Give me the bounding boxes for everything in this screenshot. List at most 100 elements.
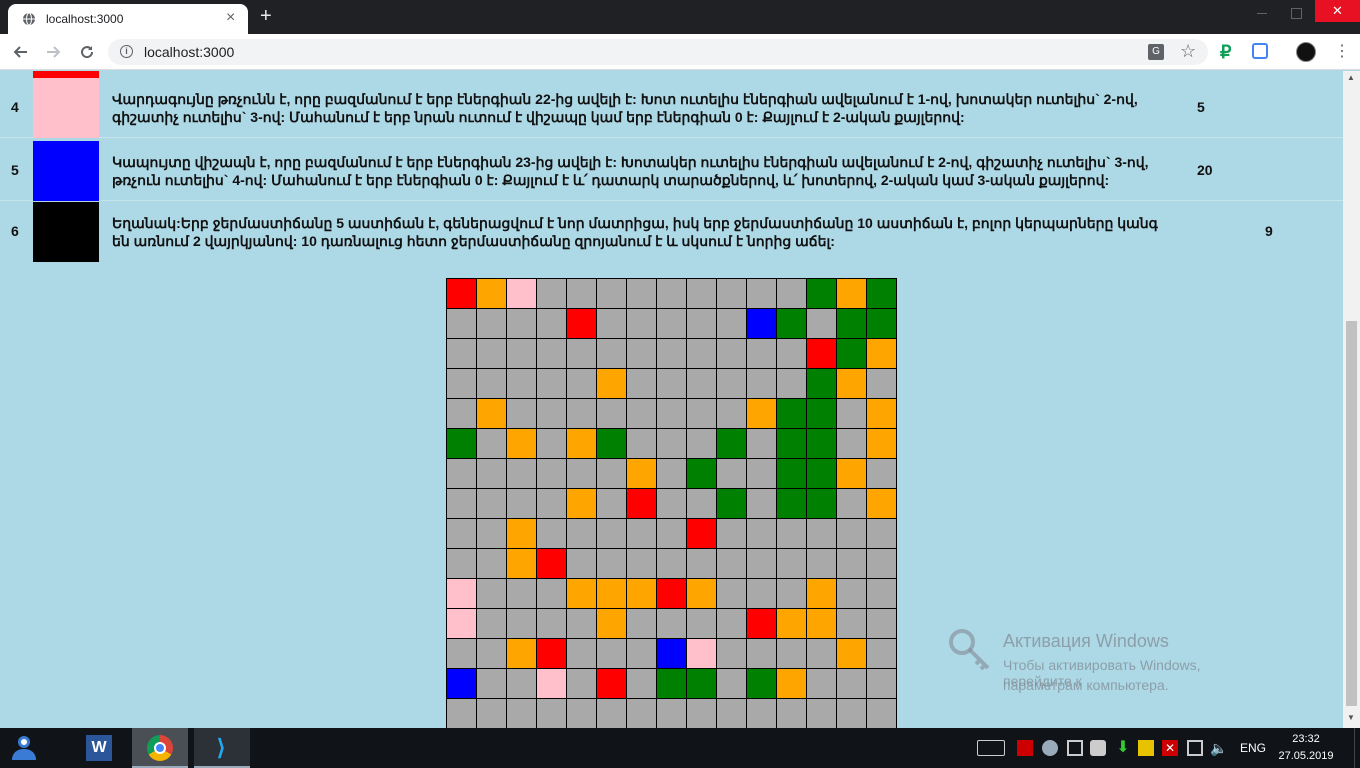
grid-cell-empty (537, 519, 566, 548)
maximize-button[interactable] (1282, 4, 1312, 24)
grid-cell-empty (807, 639, 836, 668)
grid-cell-empty (627, 699, 656, 728)
clock-date[interactable]: 27.05.2019 (1276, 750, 1336, 762)
game-matrix (446, 278, 897, 728)
taskbar-chrome-button[interactable] (132, 728, 188, 768)
url-text[interactable]: localhost:3000 (144, 44, 234, 60)
kebab-menu-icon[interactable]: ⋮ (1334, 42, 1350, 62)
grid-cell-empty (687, 279, 716, 308)
grid-cell-empty (597, 549, 626, 578)
grid-cell-herbivore (567, 489, 596, 518)
grid-cell-empty (477, 489, 506, 518)
grid-cell-empty (477, 339, 506, 368)
network-icon[interactable] (1067, 740, 1083, 756)
cloud-icon[interactable] (1042, 740, 1058, 756)
grid-cell-herbivore (867, 339, 896, 368)
taskbar-word-button[interactable]: W (72, 728, 128, 768)
tab-close-button[interactable]: × (226, 10, 235, 26)
grid-cell-empty (837, 699, 866, 728)
grid-cell-empty (717, 669, 746, 698)
scroll-up-arrow-icon[interactable]: ▲ (1347, 73, 1355, 82)
row-description: Վարդագույնը թռչունն է, որը բազմանում է ե… (112, 91, 1138, 125)
grid-cell-bird (687, 639, 716, 668)
grid-cell-empty (717, 639, 746, 668)
reload-button[interactable] (76, 41, 98, 63)
grid-cell-herbivore (507, 639, 536, 668)
show-desktop-button[interactable] (1354, 728, 1360, 768)
grid-cell-empty (777, 549, 806, 578)
grid-cell-empty (567, 549, 596, 578)
grid-cell-empty (657, 489, 686, 518)
scrollbar-thumb[interactable] (1346, 321, 1357, 706)
grid-cell-empty (777, 639, 806, 668)
grid-cell-herbivore (807, 579, 836, 608)
grid-cell-empty (837, 519, 866, 548)
grid-cell-empty (717, 369, 746, 398)
grid-cell-empty (867, 699, 896, 728)
start-user-icon[interactable] (6, 732, 42, 764)
grid-cell-grass (597, 429, 626, 458)
back-button[interactable] (10, 41, 32, 63)
pdf-icon[interactable] (1017, 740, 1033, 756)
grid-cell-empty (537, 339, 566, 368)
avatar[interactable] (1296, 42, 1316, 62)
grid-cell-empty (657, 279, 686, 308)
grid-cell-grass (687, 459, 716, 488)
row-number: 4 (11, 99, 19, 115)
grid-cell-herbivore (837, 459, 866, 488)
grid-cell-empty (627, 279, 656, 308)
grid-cell-empty (627, 309, 656, 338)
grid-cell-grass (867, 279, 896, 308)
row-description: Կապույտը վիշապն է, որը բազմանում է երբ է… (112, 154, 1149, 188)
touch-keyboard-icon[interactable] (977, 740, 1005, 756)
clock-time[interactable]: 23:32 (1276, 733, 1336, 745)
grid-cell-empty (837, 579, 866, 608)
grid-cell-empty (567, 399, 596, 428)
grid-cell-empty (747, 369, 776, 398)
grid-cell-empty (747, 489, 776, 518)
grid-cell-empty (447, 639, 476, 668)
grid-cell-empty (447, 699, 476, 728)
info-icon[interactable]: i (120, 45, 133, 58)
grid-cell-empty (687, 429, 716, 458)
color-swatch-pink (33, 78, 99, 138)
row-number: 5 (11, 162, 19, 178)
grid-cell-empty (747, 699, 776, 728)
volume-icon[interactable]: 🔈 (1210, 740, 1227, 756)
grid-cell-empty (507, 339, 536, 368)
grid-cell-empty (837, 489, 866, 518)
grid-cell-empty (627, 399, 656, 428)
grid-cell-empty (657, 369, 686, 398)
taskbar-vscode-button[interactable]: ⟩ (194, 728, 250, 768)
scroll-down-arrow-icon[interactable]: ▼ (1347, 713, 1355, 722)
translate-icon[interactable]: G (1148, 44, 1164, 60)
address-bar[interactable]: i localhost:3000 G ☆ (108, 39, 1208, 65)
user-card-icon[interactable] (1090, 740, 1106, 756)
browser-tab[interactable]: localhost:3000 × (8, 4, 248, 34)
new-tab-button[interactable]: + (260, 6, 272, 26)
grid-cell-grass (657, 669, 686, 698)
grid-cell-empty (567, 459, 596, 488)
grid-cell-herbivore (867, 429, 896, 458)
bookmark-star-icon[interactable]: ☆ (1180, 41, 1196, 61)
legend-row-weather: 6 Եղանակ:Երբ ջերմաստիճանը 5 աստիճան է, գ… (0, 202, 1343, 262)
arrow-right-icon (47, 46, 61, 58)
page-scrollbar[interactable]: ▲ ▼ (1343, 71, 1360, 728)
grid-cell-empty (657, 519, 686, 548)
ruble-extension-icon[interactable]: ₽ (1220, 41, 1231, 63)
row-value: 5 (1197, 99, 1205, 115)
extension-icon[interactable] (1252, 43, 1268, 59)
grid-cell-empty (807, 699, 836, 728)
error-x-icon[interactable]: ✕ (1162, 740, 1178, 756)
download-icon[interactable]: ⬇ (1115, 740, 1131, 756)
language-indicator[interactable]: ENG (1240, 741, 1266, 755)
minimize-button[interactable] (1244, 4, 1280, 24)
grid-cell-empty (507, 459, 536, 488)
grid-cell-empty (507, 579, 536, 608)
network-status-icon[interactable] (1187, 740, 1203, 756)
grid-cell-empty (717, 309, 746, 338)
close-window-button[interactable]: ✕ (1315, 0, 1360, 22)
warning-icon[interactable] (1138, 740, 1154, 756)
forward-button[interactable] (42, 41, 64, 63)
grid-cell-empty (687, 309, 716, 338)
